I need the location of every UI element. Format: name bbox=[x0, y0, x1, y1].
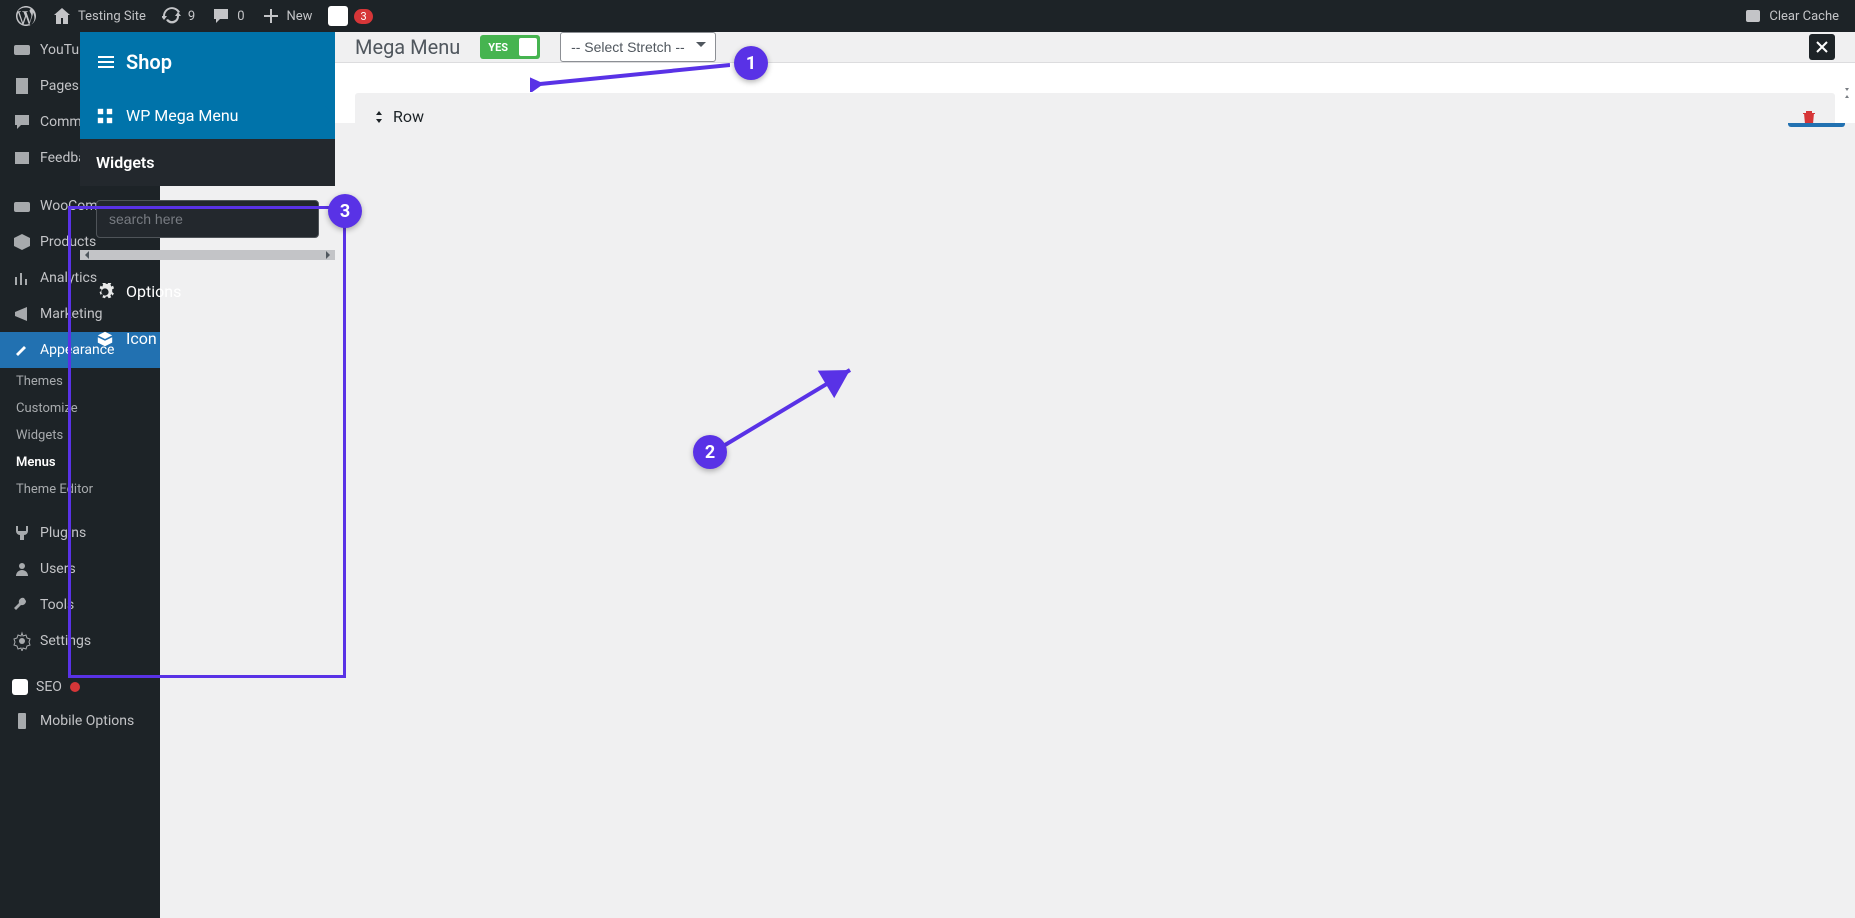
scroll-right-icon bbox=[323, 250, 333, 260]
sidebar-sub-widgets[interactable]: Widgets bbox=[0, 422, 160, 449]
wordpress-icon bbox=[16, 6, 36, 26]
tab-options[interactable]: Options bbox=[80, 268, 335, 315]
cube-icon bbox=[96, 330, 114, 348]
yoast-badge: 3 bbox=[354, 9, 372, 24]
annotation-1: 1 bbox=[734, 46, 768, 80]
sidebar-item-tools[interactable]: Tools bbox=[0, 587, 160, 623]
comments-count: 0 bbox=[237, 9, 244, 24]
trash-icon[interactable] bbox=[1801, 109, 1817, 124]
box-icon bbox=[12, 232, 32, 252]
sidebar-item-mobile[interactable]: Mobile Options bbox=[0, 703, 160, 739]
video-icon bbox=[12, 40, 32, 60]
admin-bar-right: Clear Cache bbox=[1735, 0, 1847, 32]
grid-icon bbox=[96, 107, 114, 125]
plug-icon bbox=[12, 523, 32, 543]
wp-mega-menu-label: WP Mega Menu bbox=[126, 106, 238, 125]
icon-label: Icon bbox=[126, 329, 157, 348]
sidebar-item-users[interactable]: Users bbox=[0, 551, 160, 587]
comments-link[interactable]: 0 bbox=[203, 0, 252, 32]
home-icon bbox=[52, 6, 72, 26]
new-link[interactable]: New bbox=[253, 0, 321, 32]
stretch-select-wrap: -- Select Stretch -- bbox=[560, 32, 716, 62]
mega-menu-header: Mega Menu YES -- Select Stretch -- bbox=[335, 32, 1855, 63]
clear-cache-label: Clear Cache bbox=[1769, 9, 1839, 24]
page-icon bbox=[12, 76, 32, 96]
mobile-icon bbox=[12, 711, 32, 731]
tab-icon[interactable]: Icon bbox=[80, 315, 335, 362]
menu-icon bbox=[96, 52, 116, 72]
sidebar-sub-menus[interactable]: Menus bbox=[0, 449, 160, 476]
sort-icon bbox=[373, 111, 385, 123]
mega-menu-body: Row Column Products bbox=[335, 63, 1855, 123]
brush-icon bbox=[12, 340, 32, 360]
admin-bar-left: Testing Site 9 0 New 3 bbox=[8, 0, 381, 32]
tab-wp-mega-menu[interactable]: WP Mega Menu bbox=[80, 92, 335, 139]
cache-icon bbox=[1743, 6, 1763, 26]
annotation-arrow-2 bbox=[720, 360, 860, 450]
toggle-handle bbox=[519, 38, 537, 56]
new-label: New bbox=[287, 9, 313, 24]
gear-icon bbox=[12, 631, 32, 651]
annotation-2: 2 bbox=[693, 435, 727, 469]
close-button[interactable] bbox=[1809, 34, 1835, 60]
wp-logo[interactable] bbox=[8, 0, 44, 32]
site-home-link[interactable]: Testing Site bbox=[44, 0, 154, 32]
horizontal-scrollbar[interactable] bbox=[80, 250, 335, 260]
user-icon bbox=[12, 559, 32, 579]
search-wrap bbox=[80, 186, 335, 248]
yoast-icon bbox=[328, 6, 348, 26]
woo-icon bbox=[12, 196, 32, 216]
scroll-left-icon bbox=[82, 250, 92, 260]
sidebar-sub-customize[interactable]: Customize bbox=[0, 395, 160, 422]
megaphone-icon bbox=[12, 304, 32, 324]
menu-row: Row Column Products bbox=[355, 93, 1835, 123]
sidebar-item-settings[interactable]: Settings bbox=[0, 623, 160, 659]
toggle-yes-label: YES bbox=[480, 41, 516, 54]
mega-menu-toggle[interactable]: YES bbox=[480, 35, 540, 59]
update-icon bbox=[162, 6, 182, 26]
close-icon bbox=[1816, 41, 1828, 53]
shop-label: Shop bbox=[126, 50, 172, 74]
sidebar-item-plugins[interactable]: Plugins bbox=[0, 515, 160, 551]
widgets-header: Widgets bbox=[80, 139, 335, 186]
comment-icon bbox=[211, 6, 231, 26]
feedback-icon bbox=[12, 148, 32, 168]
clear-cache-link[interactable]: Clear Cache bbox=[1735, 0, 1847, 32]
shop-header: Shop bbox=[80, 32, 335, 92]
updates-link[interactable]: 9 bbox=[154, 0, 203, 32]
widget-search-input[interactable] bbox=[96, 200, 319, 238]
sidebar-sub-theme-editor[interactable]: Theme Editor bbox=[0, 476, 160, 503]
sidebar-item-seo[interactable]: SEO bbox=[0, 671, 160, 703]
yoast-icon bbox=[12, 679, 28, 695]
stretch-select[interactable]: -- Select Stretch -- bbox=[560, 32, 716, 62]
site-name: Testing Site bbox=[78, 9, 146, 24]
yoast-link[interactable]: 3 bbox=[320, 0, 380, 32]
updates-count: 9 bbox=[188, 9, 195, 24]
plus-icon bbox=[261, 6, 281, 26]
options-label: Options bbox=[126, 282, 181, 301]
comment-icon bbox=[12, 112, 32, 132]
seo-badge bbox=[70, 682, 80, 692]
wp-admin-bar: Testing Site 9 0 New 3 Clear Cache bbox=[0, 0, 1855, 32]
annotation-3: 3 bbox=[328, 194, 362, 228]
chart-icon bbox=[12, 268, 32, 288]
wrench-icon bbox=[12, 595, 32, 615]
gear-icon bbox=[96, 283, 114, 301]
row-title[interactable]: Row bbox=[373, 107, 424, 123]
sidebar-sub-themes[interactable]: Themes bbox=[0, 368, 160, 395]
mega-menu-title: Mega Menu bbox=[355, 35, 460, 59]
row-header: Row bbox=[373, 107, 1817, 123]
